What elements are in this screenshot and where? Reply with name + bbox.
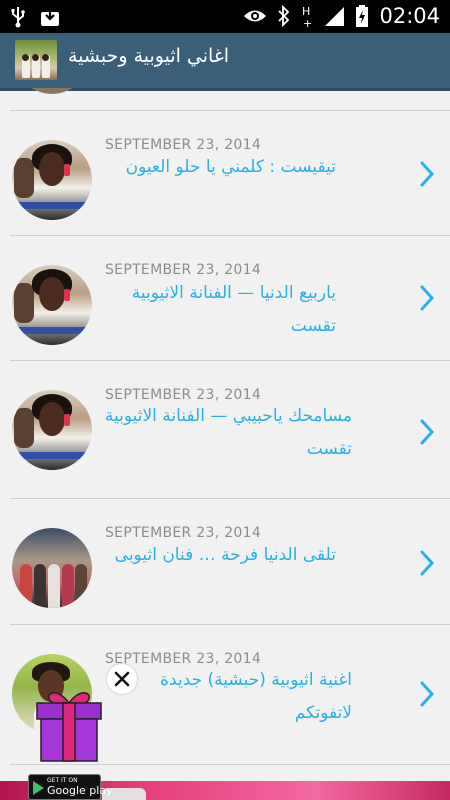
divider bbox=[10, 498, 450, 499]
chevron-right-icon[interactable] bbox=[416, 679, 438, 709]
post-title[interactable]: تلقى الدنيا فرحة … فنان اثيوبى bbox=[100, 539, 336, 572]
usb-icon bbox=[11, 7, 25, 28]
divider bbox=[10, 764, 450, 765]
clock: 02:04 bbox=[379, 4, 440, 28]
avatar bbox=[12, 88, 92, 94]
app-icon[interactable] bbox=[15, 40, 57, 80]
status-bar: H + 02:04 bbox=[0, 0, 450, 33]
divider bbox=[10, 624, 450, 625]
chevron-right-icon[interactable] bbox=[416, 417, 438, 447]
avatar bbox=[12, 265, 92, 345]
gift-icon[interactable] bbox=[35, 687, 103, 763]
avatar bbox=[12, 140, 92, 220]
chevron-right-icon[interactable] bbox=[416, 548, 438, 578]
eye-icon bbox=[244, 10, 267, 22]
chevron-right-icon[interactable] bbox=[416, 283, 438, 313]
app-title: اغاني اثيوبية وحبشية bbox=[68, 45, 230, 67]
chevron-right-icon[interactable] bbox=[416, 159, 438, 189]
bluetooth-icon bbox=[278, 5, 290, 27]
battery-icon bbox=[356, 5, 369, 27]
post-title[interactable]: مسامحك ياحبيبي — الفنانة الاثيوبية تقست bbox=[100, 400, 352, 466]
ad-close-button[interactable] bbox=[107, 664, 137, 694]
svg-text:+: + bbox=[303, 17, 312, 28]
play-store-icon bbox=[33, 781, 44, 795]
google-play-badge[interactable]: GET IT ON Google play bbox=[28, 774, 113, 800]
divider bbox=[10, 110, 450, 111]
signal-icon bbox=[325, 7, 345, 26]
post-date: SEPTEMBER 23, 2014 bbox=[105, 262, 262, 278]
action-bar: اغاني اثيوبية وحبشية bbox=[0, 33, 450, 91]
post-title[interactable]: تيقيست : كلمني يا حلو العيون bbox=[100, 151, 336, 184]
badge-big-text: Google play bbox=[47, 784, 113, 797]
hplus-icon: H + bbox=[302, 5, 312, 28]
post-title[interactable]: ياربيع الدنيا — الفنانة الاثيوبية تقست bbox=[100, 277, 336, 343]
divider bbox=[10, 360, 450, 361]
close-icon bbox=[114, 671, 130, 687]
badge-small-text: GET IT ON bbox=[47, 777, 78, 784]
post-title[interactable]: اغنية اثيوبية (حبشية) جديدة لاتفوتكم bbox=[100, 664, 352, 730]
avatar bbox=[12, 528, 92, 608]
avatar bbox=[12, 390, 92, 470]
divider bbox=[10, 235, 450, 236]
download-icon bbox=[41, 8, 59, 26]
